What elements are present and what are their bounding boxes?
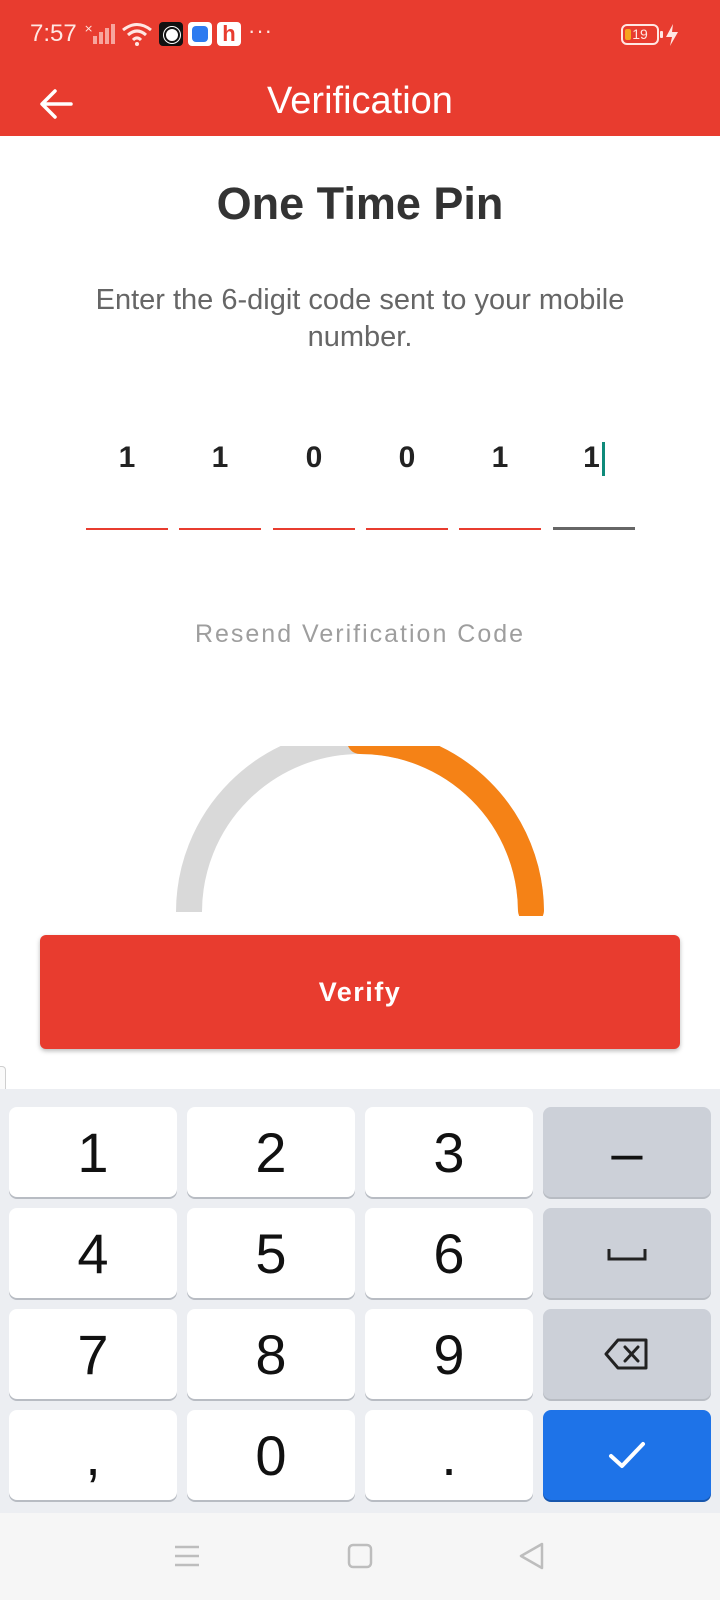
loading-progress-arc xyxy=(176,746,544,916)
battery-level: 19 xyxy=(632,26,648,42)
otp-input-4[interactable]: 0 xyxy=(366,430,448,530)
otp-input-6[interactable]: 1 xyxy=(553,430,635,530)
notification-app-icon-2 xyxy=(188,22,212,46)
key-label: 0 xyxy=(255,1423,287,1487)
key-label: , xyxy=(85,1423,101,1487)
resend-code-link[interactable]: Resend Verification Code xyxy=(0,620,720,649)
status-time: 7:57 xyxy=(30,20,77,47)
otp-input-5[interactable]: 1 xyxy=(459,430,541,530)
key-comma[interactable]: , xyxy=(9,1410,177,1500)
key-space[interactable] xyxy=(543,1208,711,1298)
otp-digit-6-wrap: 1 xyxy=(553,430,635,486)
svg-text:×: × xyxy=(84,22,93,35)
space-bar-icon xyxy=(607,1249,647,1261)
key-5[interactable]: 5 xyxy=(187,1208,355,1298)
checkmark-icon xyxy=(609,1442,645,1468)
otp-digit-2: 1 xyxy=(211,441,229,474)
charging-icon xyxy=(666,24,678,46)
otp-digit-3: 0 xyxy=(305,441,323,474)
system-nav-bar xyxy=(0,1513,720,1600)
otp-heading: One Time Pin xyxy=(216,178,504,229)
otp-instructions: Enter the 6-digit code sent to your mobi… xyxy=(95,284,625,353)
key-9[interactable]: 9 xyxy=(365,1309,533,1399)
more-notifications-icon: ··· xyxy=(248,18,273,43)
notification-app-icon-1 xyxy=(159,22,183,46)
status-bar: 7:57 × h ··· 19 xyxy=(0,0,720,70)
text-cursor xyxy=(601,442,605,477)
page-title: Verification xyxy=(267,80,453,122)
otp-digit-1: 1 xyxy=(118,441,136,474)
key-label: 4 xyxy=(77,1221,109,1285)
app-bar: Verification xyxy=(0,70,720,136)
backspace-icon xyxy=(604,1338,648,1370)
wifi-icon xyxy=(122,23,152,46)
key-label: – xyxy=(611,1120,643,1184)
key-minus[interactable]: – xyxy=(543,1107,711,1197)
back-nav-icon[interactable] xyxy=(517,1541,547,1571)
key-backspace[interactable] xyxy=(543,1309,711,1399)
otp-digit-5: 1 xyxy=(491,441,509,474)
otp-underline xyxy=(459,528,541,530)
otp-input-2[interactable]: 1 xyxy=(179,430,261,530)
key-label: 5 xyxy=(255,1221,287,1285)
key-label: 1 xyxy=(77,1120,109,1184)
key-6[interactable]: 6 xyxy=(365,1208,533,1298)
otp-underline xyxy=(273,528,355,530)
arrow-left-icon xyxy=(40,89,73,119)
recent-apps-icon[interactable] xyxy=(172,1541,202,1571)
battery-icon: 19 xyxy=(621,24,663,45)
verify-button[interactable]: Verify xyxy=(40,935,680,1049)
otp-input-3[interactable]: 0 xyxy=(273,430,355,530)
key-label: 9 xyxy=(433,1322,465,1386)
key-4[interactable]: 4 xyxy=(9,1208,177,1298)
key-0[interactable]: 0 xyxy=(187,1410,355,1500)
notification-app-icon-3: h xyxy=(217,22,241,46)
otp-underline xyxy=(86,528,168,530)
home-icon[interactable] xyxy=(345,1541,375,1571)
key-label: 2 xyxy=(255,1120,287,1184)
key-label: 3 xyxy=(433,1120,465,1184)
numeric-keyboard: 1 2 3 – 4 5 6 7 8 9 , 0 . xyxy=(0,1089,720,1513)
key-7[interactable]: 7 xyxy=(9,1309,177,1399)
key-2[interactable]: 2 xyxy=(187,1107,355,1197)
key-label: . xyxy=(441,1423,457,1487)
otp-underline xyxy=(366,528,448,530)
otp-digit-6: 1 xyxy=(583,441,600,474)
otp-underline-active xyxy=(553,527,635,530)
key-label: 8 xyxy=(255,1322,287,1386)
signal-icon: × xyxy=(84,22,115,44)
otp-underline xyxy=(179,528,261,530)
key-enter[interactable] xyxy=(543,1410,711,1500)
key-period[interactable]: . xyxy=(365,1410,533,1500)
key-label: 6 xyxy=(433,1221,465,1285)
key-1[interactable]: 1 xyxy=(9,1107,177,1197)
key-3[interactable]: 3 xyxy=(365,1107,533,1197)
key-label: 7 xyxy=(77,1322,109,1386)
otp-digit-4: 0 xyxy=(398,441,416,474)
key-8[interactable]: 8 xyxy=(187,1309,355,1399)
back-button[interactable] xyxy=(30,78,82,130)
otp-input-1[interactable]: 1 xyxy=(86,430,168,530)
